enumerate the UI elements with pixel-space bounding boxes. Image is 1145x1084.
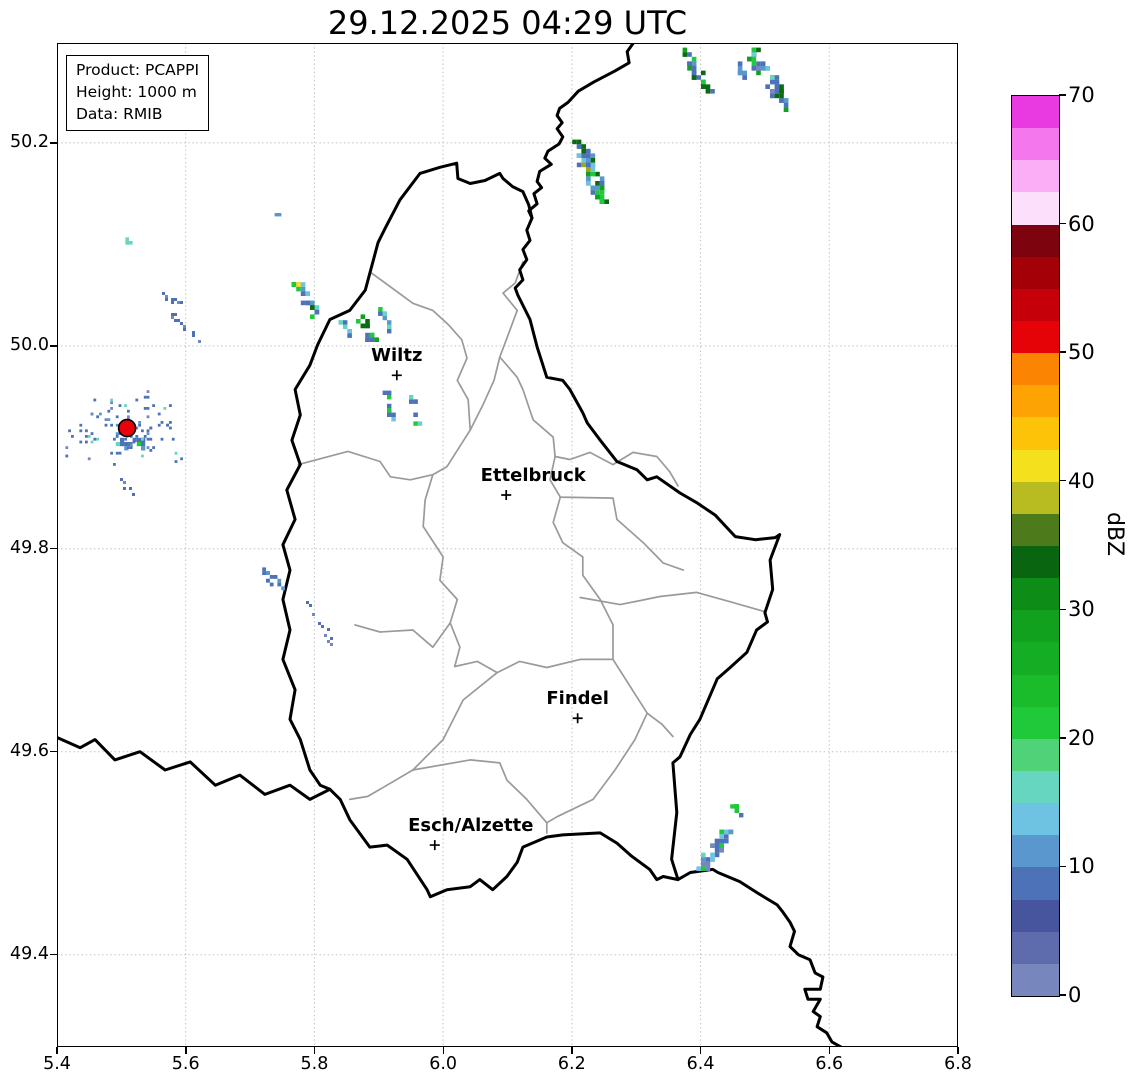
colorbar-tick-label: 70 [1068,83,1095,107]
info-line-data: Data: RMIB [76,105,163,123]
colorbar-tick-mark [1059,608,1066,610]
colorbar-tick-label: 30 [1068,597,1095,622]
colorbar-tick-mark [1059,994,1066,996]
colorbar-band-15-17.5dbz [1012,771,1059,804]
colorbar-band-0-2.5dbz [1012,963,1059,996]
figure-title: 29.12.2025 04:29 UTC [327,4,688,42]
colorbar-band-7.5-10dbz [1012,867,1059,900]
x-tick-label: 6.0 [429,1054,458,1074]
colorbar-tick-mark [1059,94,1066,96]
colorbar-band-2.5-5dbz [1012,931,1059,964]
colorbar-band-67.5-70dbz [1012,96,1059,129]
colorbar-band-50-52.5dbz [1012,321,1059,354]
info-line-height: Height: 1000 m [76,83,197,101]
x-tick-mark [699,1047,702,1054]
colorbar-tick-label: 10 [1068,854,1095,879]
colorbar-tick-label: 0 [1068,983,1082,1007]
colorbar-band-57.5-60dbz [1012,224,1059,257]
x-tick-label: 5.8 [300,1054,329,1074]
y-tick-label: 49.8 [10,537,49,558]
colorbar-band-42.5-45dbz [1012,417,1059,450]
y-tick-mark [50,953,57,956]
colorbar [1011,95,1060,997]
colorbar-band-60-62.5dbz [1012,192,1059,225]
y-tick-mark [50,345,57,347]
y-tick-label: 50.2 [10,131,49,152]
info-box: Product: PCAPPI Height: 1000 m Data: RMI… [66,55,210,131]
colorbar-band-30-32.5dbz [1012,578,1059,611]
colorbar-tick-label: 60 [1068,211,1095,236]
plot-frame [57,43,958,1047]
colorbar-band-17.5-20dbz [1012,738,1059,772]
colorbar-band-12.5-15dbz [1012,803,1059,836]
x-tick-label: 6.2 [557,1054,586,1074]
x-tick-mark [56,1047,58,1054]
city-label: Wiltz [371,345,423,367]
colorbar-axis-label: dBZ [1102,512,1127,557]
x-tick-label: 6.8 [944,1054,972,1074]
info-line-product: Product: PCAPPI [76,61,200,79]
colorbar-band-65-67.5dbz [1012,128,1059,161]
colorbar-band-47.5-50dbz [1012,353,1059,386]
x-tick-label: 5.6 [171,1054,200,1074]
city-label: Esch/Alzette [408,815,534,837]
colorbar-band-5-7.5dbz [1012,899,1059,932]
colorbar-band-32.5-35dbz [1012,546,1059,579]
colorbar-band-25-27.5dbz [1012,642,1059,675]
colorbar-band-37.5-40dbz [1012,481,1059,514]
radar-figure: 29.12.2025 04:29 UTC Product: PCAPPI Hei… [0,0,1145,1084]
x-tick-label: 6.4 [686,1054,715,1074]
y-tick-mark [50,548,57,550]
x-tick-mark [185,1047,187,1054]
city-label: Findel [546,688,609,710]
colorbar-tick-mark [1059,480,1066,482]
x-tick-mark [313,1047,316,1054]
colorbar-tick-label: 50 [1068,340,1095,365]
x-tick-label: 5.4 [43,1054,71,1074]
colorbar-tick-mark [1059,737,1066,739]
colorbar-band-22.5-25dbz [1012,674,1059,707]
y-tick-label: 49.6 [10,740,49,761]
colorbar-tick-mark [1059,351,1066,353]
colorbar-band-40-42.5dbz [1012,449,1059,482]
colorbar-tick-mark [1059,222,1066,225]
colorbar-band-55-57.5dbz [1012,256,1059,289]
colorbar-band-62.5-65dbz [1012,160,1059,193]
y-tick-mark [50,142,57,144]
colorbar-band-27.5-30dbz [1012,610,1059,643]
x-tick-mark [828,1047,831,1054]
colorbar-band-35-37.5dbz [1012,513,1059,547]
x-tick-mark [957,1047,959,1054]
colorbar-band-20-22.5dbz [1012,706,1059,739]
y-tick-mark [50,751,57,753]
colorbar-tick-label: 40 [1068,468,1095,493]
x-tick-mark [442,1047,444,1054]
x-tick-label: 6.6 [815,1054,844,1074]
colorbar-tick-mark [1059,865,1066,868]
y-tick-label: 49.4 [10,943,49,964]
city-label: Ettelbruck [480,465,586,487]
colorbar-band-52.5-55dbz [1012,288,1059,322]
colorbar-tick-label: 20 [1068,725,1095,750]
colorbar-band-10-12.5dbz [1012,835,1059,868]
colorbar-band-45-47.5dbz [1012,385,1059,418]
x-tick-mark [571,1047,573,1054]
y-tick-label: 50.0 [10,334,49,355]
